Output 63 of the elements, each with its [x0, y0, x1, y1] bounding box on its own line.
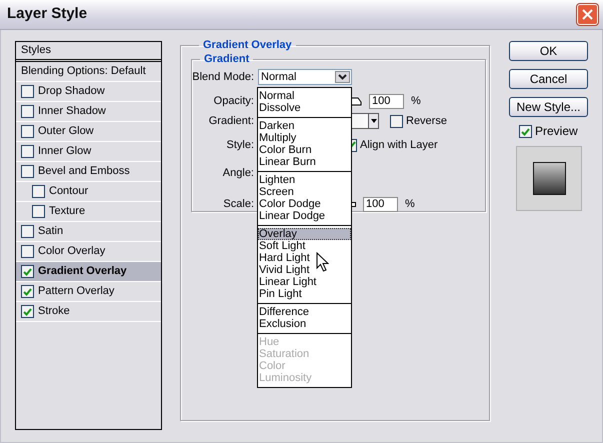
blend-mode-select[interactable]: Normal	[258, 69, 352, 85]
field-label: Blend Mode:	[192, 70, 254, 84]
menu-item[interactable]: Multiply	[258, 132, 351, 144]
list-item[interactable]: Blending Options: Default	[16, 62, 161, 82]
group-title: Gradient	[203, 54, 250, 65]
list-row[interactable]: Gradient Overlay	[16, 262, 161, 282]
menu-item[interactable]: Normal	[258, 90, 351, 102]
field-label: Scale:	[222, 198, 254, 210]
menu-item[interactable]: Darken	[258, 120, 351, 132]
menu-item[interactable]: Hard Light	[258, 252, 351, 264]
list-row[interactable]: Inner Glow	[16, 142, 161, 162]
menu-item[interactable]: Linear Dodge	[258, 210, 351, 222]
menu-item[interactable]: Lighten	[258, 174, 351, 186]
item-label: Drop Shadow	[38, 85, 105, 98]
list-row[interactable]: Bevel and Emboss	[16, 162, 161, 182]
list-row[interactable]: Drop Shadow	[16, 82, 161, 102]
item-label: Satin	[38, 225, 64, 238]
window-title: Layer Style	[7, 6, 88, 23]
unit-label: %	[411, 94, 421, 108]
item-label: Inner Glow	[38, 145, 92, 158]
panel-header: Styles	[16, 42, 161, 62]
list-row[interactable]: Pattern Overlay	[16, 282, 161, 302]
menu-item[interactable]: Overlay	[258, 228, 351, 240]
list-row[interactable]: Stroke	[16, 302, 161, 322]
item-label: Bevel and Emboss	[38, 165, 130, 178]
field-label: Angle:	[222, 166, 254, 180]
field-label: Style:	[225, 138, 254, 152]
dialog-button[interactable]: Cancel	[509, 69, 588, 89]
field-label: Gradient:	[208, 114, 254, 128]
checkbox-label: Preview	[535, 125, 578, 138]
menu-item[interactable]: Vivid Light	[258, 264, 351, 276]
list-row[interactable]: Texture	[16, 202, 161, 222]
field-label: Opacity:	[212, 94, 254, 108]
menu-item[interactable]: Linear Burn	[258, 156, 351, 168]
checkbox-label: Reverse	[406, 114, 447, 128]
menu-item[interactable]: Pin Light	[258, 288, 351, 300]
item-label: Outer Glow	[38, 125, 94, 138]
list-row[interactable]: Satin	[16, 222, 161, 242]
item-label: Texture	[49, 205, 86, 218]
menu-item[interactable]: Difference	[258, 306, 351, 318]
item-label: Contour	[49, 185, 88, 198]
menu-item[interactable]: Soft Light	[258, 240, 351, 252]
menu-item[interactable]: Exclusion	[258, 318, 351, 330]
number-field[interactable]: 100	[369, 94, 404, 108]
checkbox-label: Align with Layer	[360, 138, 438, 152]
unit-label: %	[405, 198, 415, 210]
menu-item[interactable]: Screen	[258, 186, 351, 198]
item-label: Stroke	[38, 305, 70, 318]
list-row[interactable]: Contour	[16, 182, 161, 202]
item-label: Inner Shadow	[38, 105, 106, 118]
dialog-button[interactable]: New Style...	[509, 97, 588, 117]
section-title: Gradient Overlay	[202, 40, 293, 51]
menu-item[interactable]: Color Burn	[258, 144, 351, 156]
menu-item[interactable]: Linear Light	[258, 276, 351, 288]
list-row[interactable]: Inner Shadow	[16, 102, 161, 122]
item-label: Color Overlay	[38, 245, 106, 258]
item-label: Gradient Overlay	[38, 265, 127, 278]
menu-item[interactable]: Color Dodge	[258, 198, 351, 210]
dialog-button[interactable]: OK	[509, 41, 588, 61]
list-row[interactable]: Outer Glow	[16, 122, 161, 142]
number-field[interactable]: 100	[363, 196, 398, 212]
menu-item[interactable]: Dissolve	[258, 102, 351, 114]
item-label: Pattern Overlay	[38, 285, 114, 298]
